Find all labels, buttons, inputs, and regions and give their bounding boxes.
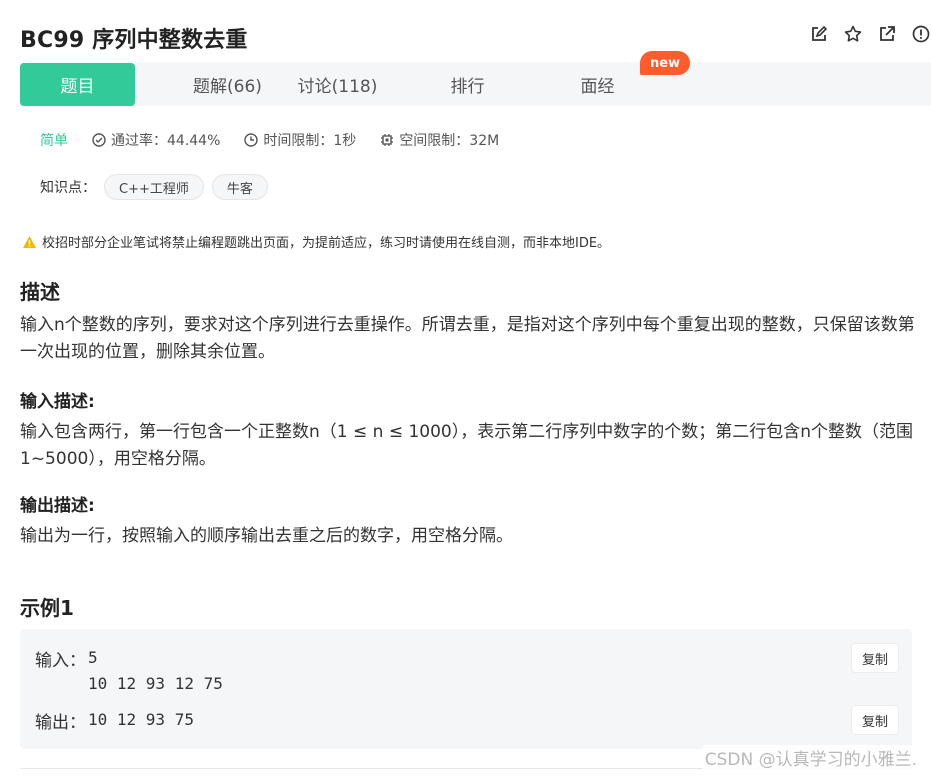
report-icon[interactable] [911, 24, 931, 44]
tags-label: 知识点： [40, 180, 96, 196]
tag-cpp-engineer[interactable]: C++工程师 [104, 174, 204, 200]
example-box: 输入： 5 10 12 93 12 75 复制 输出： 10 12 93 75 … [20, 629, 912, 749]
tab-ranking[interactable]: 排行 [410, 63, 525, 106]
tab-bar: 题目 题解(66) 讨论(118) 排行 面经 [20, 62, 931, 106]
space-limit-text: 空间限制：32M [399, 133, 500, 149]
copy-input-button[interactable]: 复制 [852, 644, 898, 672]
description-text: 输入n个整数的序列，要求对这个序列进行去重操作。所谓去重，是指对这个序列中每个重… [20, 315, 915, 362]
knowledge-tags: 知识点： C++工程师 牛客 [40, 174, 268, 200]
difficulty-label: 简单 [40, 133, 68, 149]
time-limit-text: 时间限制：1秒 [263, 133, 357, 149]
problem-title: BC99 序列中整数去重 [20, 28, 248, 53]
warning-notice: 校招时部分企业笔试将禁止编程题跳出页面，为提前适应，练习时请使用在线自测，而非本… [22, 232, 610, 251]
problem-page: BC99 序列中整数去重 题目 题解(66) 讨论(118) 排行 面经 new… [0, 0, 931, 777]
space-limit: 空间限制：32M [380, 130, 499, 150]
warning-text: 校招时部分企业笔试将禁止编程题跳出页面，为提前适应，练习时请使用在线自测，而非本… [42, 236, 611, 251]
output-desc-text: 输出为一行，按照输入的顺序输出去重之后的数字，用空格分隔。 [20, 526, 513, 546]
csdn-watermark: CSDN @认真学习的小雅兰. [702, 745, 919, 770]
edit-icon[interactable] [809, 24, 829, 44]
chip-icon [381, 134, 394, 146]
time-limit: 时间限制：1秒 [244, 130, 356, 150]
example-heading: 示例1 [20, 596, 74, 620]
input-desc-text: 输入包含两行，第一行包含一个正整数n（1 ≤ n ≤ 1000），表示第二行序列… [20, 422, 914, 469]
example-input-label: 输入： [35, 651, 86, 671]
check-circle-icon [92, 133, 106, 147]
new-badge: new [640, 51, 690, 75]
problem-meta: 简单 通过率：44.44% 时间限制：1秒 空间限制：32M [40, 130, 523, 150]
output-desc-heading: 输出描述: [20, 496, 95, 516]
example-input-line2: 10 12 93 12 75 [88, 674, 223, 693]
pass-rate-text: 通过率：44.44% [111, 133, 221, 149]
pass-rate: 通过率：44.44% [92, 130, 220, 150]
tab-solutions[interactable]: 题解(66) [170, 63, 285, 106]
example-output-value: 10 12 93 75 [88, 710, 194, 729]
tab-problem[interactable]: 题目 [20, 63, 135, 106]
header-actions [809, 24, 931, 44]
tag-nowcoder[interactable]: 牛客 [211, 174, 268, 200]
star-icon[interactable] [843, 24, 863, 44]
problem-header: BC99 序列中整数去重 [20, 20, 931, 54]
description-heading: 描述 [20, 280, 60, 304]
input-desc-heading: 输入描述: [20, 392, 95, 412]
tab-discussion[interactable]: 讨论(118) [280, 63, 395, 106]
example-input-line1: 5 [88, 648, 98, 667]
warning-icon [23, 235, 36, 248]
copy-output-button[interactable]: 复制 [852, 706, 898, 734]
tab-interview[interactable]: 面经 [540, 63, 655, 106]
clock-icon [244, 133, 259, 147]
external-link-icon[interactable] [877, 24, 897, 44]
example-output-label: 输出： [35, 713, 86, 733]
